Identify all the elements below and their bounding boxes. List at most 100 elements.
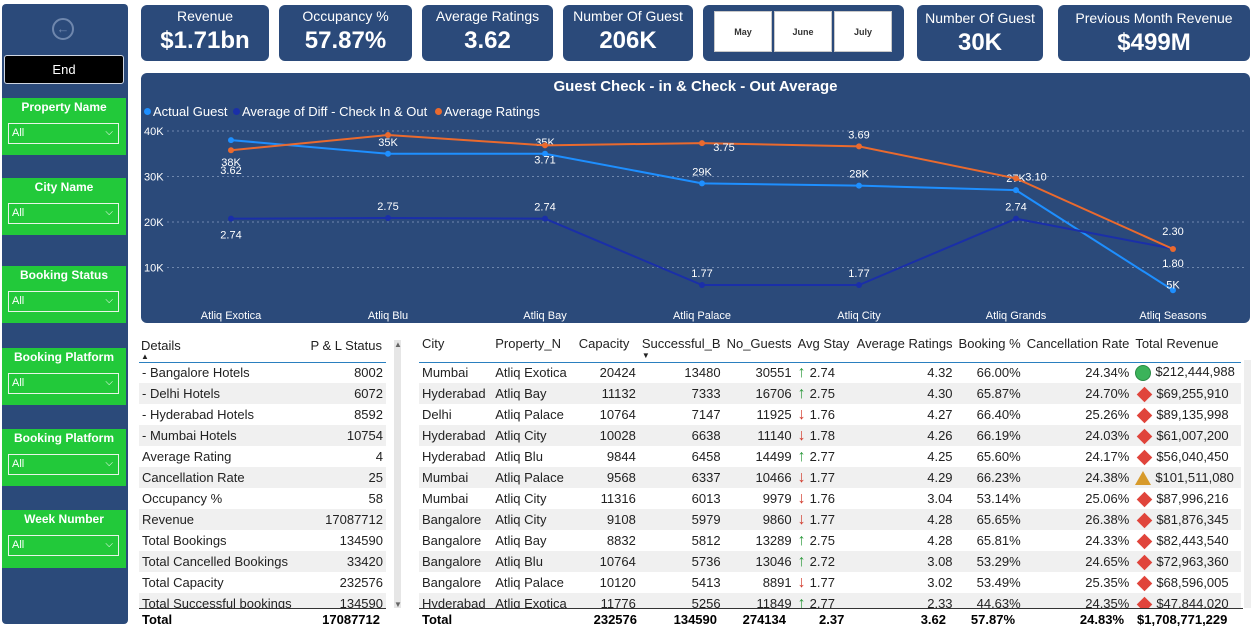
revenue-cell: $81,876,345 (1132, 509, 1241, 530)
data-point[interactable] (228, 137, 234, 144)
capacity-cell: 11132 (575, 383, 639, 404)
table-row[interactable]: Total Capacity 232576 (139, 572, 386, 593)
column-header[interactable]: Average Ratings (853, 332, 956, 363)
month-button-may[interactable]: May (714, 11, 772, 52)
data-label: 1.77 (691, 268, 712, 280)
data-point[interactable] (1013, 187, 1019, 194)
slicer-property-name: Property Name All ⌵ (2, 98, 126, 155)
data-point[interactable] (1170, 246, 1176, 252)
data-point[interactable] (385, 215, 391, 221)
data-point[interactable] (856, 143, 862, 150)
column-header[interactable]: Avg Stay (794, 332, 854, 363)
back-arrow-icon[interactable]: ← (52, 18, 74, 40)
table-row[interactable]: Hyderabad Atliq Exotica 11776 5256 11849 ↑ 2.7… (419, 593, 1241, 608)
left-table-scrollbar[interactable] (394, 340, 401, 608)
table-row[interactable]: Cancellation Rate 25 (139, 467, 386, 488)
table-row[interactable]: Hyderabad Atliq Blu 9844 6458 14499 ↑ 2.77 4.25… (419, 446, 1241, 467)
slicer-dropdown[interactable]: All ⌵ (8, 291, 119, 312)
data-point[interactable] (228, 147, 234, 154)
month-button-july[interactable]: July (834, 11, 892, 52)
table-row[interactable]: Bangalore Atliq Palace 10120 5413 8891 ↓ 1.77 3… (419, 572, 1241, 593)
slicer-dropdown[interactable]: All ⌵ (8, 535, 119, 556)
table-row[interactable]: Bangalore Atliq Bay 8832 5812 13289 ↑ 2.75 4.28… (419, 530, 1241, 551)
table-row[interactable]: Occupancy % 58 (139, 488, 386, 509)
scroll-down-icon[interactable]: ▼ (394, 600, 402, 609)
data-label: 2.74 (534, 202, 555, 214)
table-row[interactable]: Revenue 17087712 (139, 509, 386, 530)
data-point[interactable] (385, 132, 391, 138)
slicer-dropdown[interactable]: All ⌵ (8, 123, 119, 144)
data-point[interactable] (542, 215, 548, 222)
guests-cell: 14499 (755, 449, 792, 464)
capacity-cell: 10764 (599, 407, 636, 422)
table-row[interactable]: Mumbai Atliq City 11316 6013 9979 ↓ 1.76 3.04 53… (419, 488, 1241, 509)
detail-value: 6072 (303, 383, 386, 404)
right-table-scrollbar[interactable] (1244, 360, 1251, 608)
table-row[interactable]: - Hyderabad Hotels 8592 (139, 404, 386, 425)
table-row[interactable]: Total Cancelled Bookings 33420 (139, 551, 386, 572)
data-label: 35K (378, 137, 398, 149)
column-header[interactable]: No_Guests (723, 332, 795, 363)
table-row[interactable]: Hyderabad Atliq Bay 11132 7333 16706 ↑ 2.75 4.3… (419, 383, 1241, 404)
table-row[interactable]: Delhi Atliq Palace 10764 7147 11925 ↓ 1.76 4.27… (419, 404, 1241, 425)
end-button[interactable]: End (4, 55, 124, 84)
month-button-june[interactable]: June (774, 11, 832, 52)
column-header-pl-status[interactable]: P & L Status (303, 332, 386, 363)
slicer-dropdown[interactable]: All ⌵ (8, 203, 119, 224)
city-cell: Bangalore (419, 509, 493, 530)
arrow-down-icon: ↓ (797, 468, 806, 486)
revenue-cell: $101,511,080 (1132, 467, 1241, 488)
chevron-down-icon: ⌵ (105, 207, 113, 218)
table-row[interactable]: - Bangalore Hotels 8002 (139, 362, 386, 383)
data-point[interactable] (1013, 215, 1019, 222)
property-cell: Atliq Palace (495, 407, 564, 422)
table-row[interactable]: Total Successful bookings 134590 (139, 593, 386, 608)
table-row[interactable]: Total Bookings 134590 (139, 530, 386, 551)
slicer-dropdown[interactable]: All ⌵ (8, 454, 119, 475)
data-point[interactable] (699, 282, 705, 288)
city-cell: Bangalore (419, 551, 493, 572)
table-row[interactable]: - Delhi Hotels 6072 (139, 383, 386, 404)
slicer-dropdown[interactable]: All ⌵ (8, 373, 119, 394)
data-point[interactable] (1013, 175, 1019, 182)
table-row[interactable]: Mumbai Atliq Exotica 20424 13480 30551 ↑ 2.74 4… (419, 362, 1241, 383)
data-point[interactable] (542, 142, 548, 149)
column-header[interactable]: Successful_B ▼ (638, 332, 724, 363)
data-label: 2.74 (220, 230, 241, 242)
column-header[interactable]: City (419, 332, 493, 363)
data-point[interactable] (856, 282, 862, 288)
column-header[interactable]: Property_N (492, 332, 576, 363)
table-row[interactable]: Bangalore Atliq City 9108 5979 9860 ↓ 1.77 4.28… (419, 509, 1241, 530)
capacity-cell: 11316 (600, 491, 636, 506)
capacity-cell: 20424 (599, 365, 636, 381)
detail-label: Average Rating (142, 449, 232, 464)
table-row[interactable]: Hyderabad Atliq City 10028 6638 11140 ↓ 1.78 4.… (419, 425, 1241, 446)
arrow-down-icon: ↓ (797, 573, 806, 591)
table-row[interactable]: - Mumbai Hotels 10754 (139, 425, 386, 446)
revenue-cell: $82,443,540 (1132, 530, 1241, 551)
table-row[interactable]: Bangalore Atliq Blu 10764 5736 13046 ↑ 2.72 3.0… (419, 551, 1241, 572)
column-header[interactable]: Cancellation Rate (1023, 332, 1133, 363)
table-row[interactable]: Average Rating 4 (139, 446, 386, 467)
data-label: 28K (849, 169, 869, 181)
kpi-value: $1.71bn (160, 27, 250, 54)
guests-cell: 8891 (762, 575, 792, 590)
data-point[interactable] (228, 215, 234, 222)
data-point[interactable] (385, 150, 391, 157)
column-header[interactable]: Capacity (575, 332, 639, 363)
slicer-city-name: City Name All ⌵ (2, 178, 126, 235)
scroll-up-icon[interactable]: ▲ (394, 340, 402, 349)
avg-stay-value: 2.74 (809, 364, 835, 380)
successful-bookings-cell: 6337 (638, 467, 724, 488)
table-row[interactable]: Mumbai Atliq Palace 9568 6337 10466 ↓ 1.77 4.29… (419, 467, 1241, 488)
data-point[interactable] (856, 182, 862, 189)
column-header-details[interactable]: Details ▲ (139, 332, 304, 363)
data-point[interactable] (699, 180, 705, 187)
city-cell: Delhi (422, 407, 452, 422)
column-header[interactable]: Booking % (955, 332, 1024, 363)
total-label: Total (142, 612, 173, 627)
revenue-value: $56,040,450 (1156, 449, 1229, 464)
data-point[interactable] (699, 140, 705, 147)
column-header[interactable]: Total Revenue (1132, 332, 1241, 363)
left-table-total-row: Total 17087712 (139, 608, 386, 628)
